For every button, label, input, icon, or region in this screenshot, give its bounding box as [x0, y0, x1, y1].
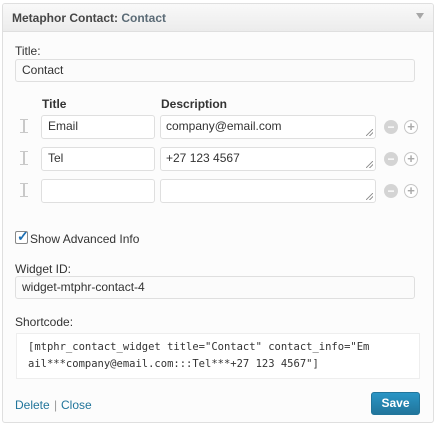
drag-handle-icon[interactable]: [20, 117, 28, 135]
column-header-description: Description: [161, 97, 228, 111]
row-title-input[interactable]: [41, 179, 155, 203]
widget-title-main: Metaphor Contact:: [12, 11, 118, 25]
minus-circle-icon[interactable]: −: [384, 184, 398, 198]
shortcode-line-2: ail***company@email.com:::Tel***+27 123 …: [28, 358, 319, 370]
plus-circle-icon[interactable]: +: [404, 152, 418, 166]
close-link[interactable]: Close: [61, 398, 92, 412]
widget-id-field[interactable]: widget-mtphr-contact-4: [15, 276, 415, 299]
column-header-title: Title: [42, 97, 67, 111]
title-input[interactable]: Contact: [15, 59, 415, 82]
link-separator: |: [54, 398, 58, 412]
resize-grip-icon[interactable]: [366, 161, 373, 168]
shortcode-line-1: [mtphr_contact_widget title="Contact" co…: [28, 341, 370, 353]
resize-grip-icon[interactable]: [366, 129, 373, 136]
checkmark-icon: ✓: [17, 228, 29, 244]
row-description-textarea[interactable]: +27 123 4567: [160, 147, 376, 171]
shortcode-label: Shortcode:: [15, 315, 74, 329]
row-description-text: +27 123 4567: [166, 151, 240, 165]
show-advanced-checkbox[interactable]: ✓: [15, 228, 29, 244]
row-description-textarea[interactable]: [160, 179, 376, 203]
row-description-text: company@email.com: [166, 119, 282, 133]
minus-circle-icon[interactable]: −: [384, 120, 398, 134]
delete-link[interactable]: Delete: [15, 398, 50, 412]
plus-circle-icon[interactable]: +: [404, 184, 418, 198]
widget-id-label: Widget ID:: [15, 262, 72, 276]
save-button[interactable]: Save: [371, 392, 420, 415]
title-label: Title:: [15, 44, 41, 58]
row-title-input[interactable]: Tel: [41, 147, 155, 171]
triangle-down-icon[interactable]: [416, 13, 424, 19]
row-title-input[interactable]: Email: [41, 115, 155, 139]
minus-circle-icon[interactable]: −: [384, 152, 398, 166]
row-description-textarea[interactable]: company@email.com: [160, 115, 376, 139]
plus-circle-icon[interactable]: +: [404, 120, 418, 134]
shortcode-box[interactable]: [mtphr_contact_widget title="Contact" co…: [16, 333, 420, 379]
show-advanced-label[interactable]: Show Advanced Info: [30, 232, 139, 246]
drag-handle-icon[interactable]: [20, 181, 28, 199]
widget-title: Metaphor Contact: Contact: [12, 11, 166, 25]
resize-grip-icon[interactable]: [366, 193, 373, 200]
widget-header[interactable]: Metaphor Contact: Contact: [3, 4, 433, 32]
drag-handle-icon[interactable]: [20, 149, 28, 167]
widget-title-sub: Contact: [121, 11, 167, 25]
